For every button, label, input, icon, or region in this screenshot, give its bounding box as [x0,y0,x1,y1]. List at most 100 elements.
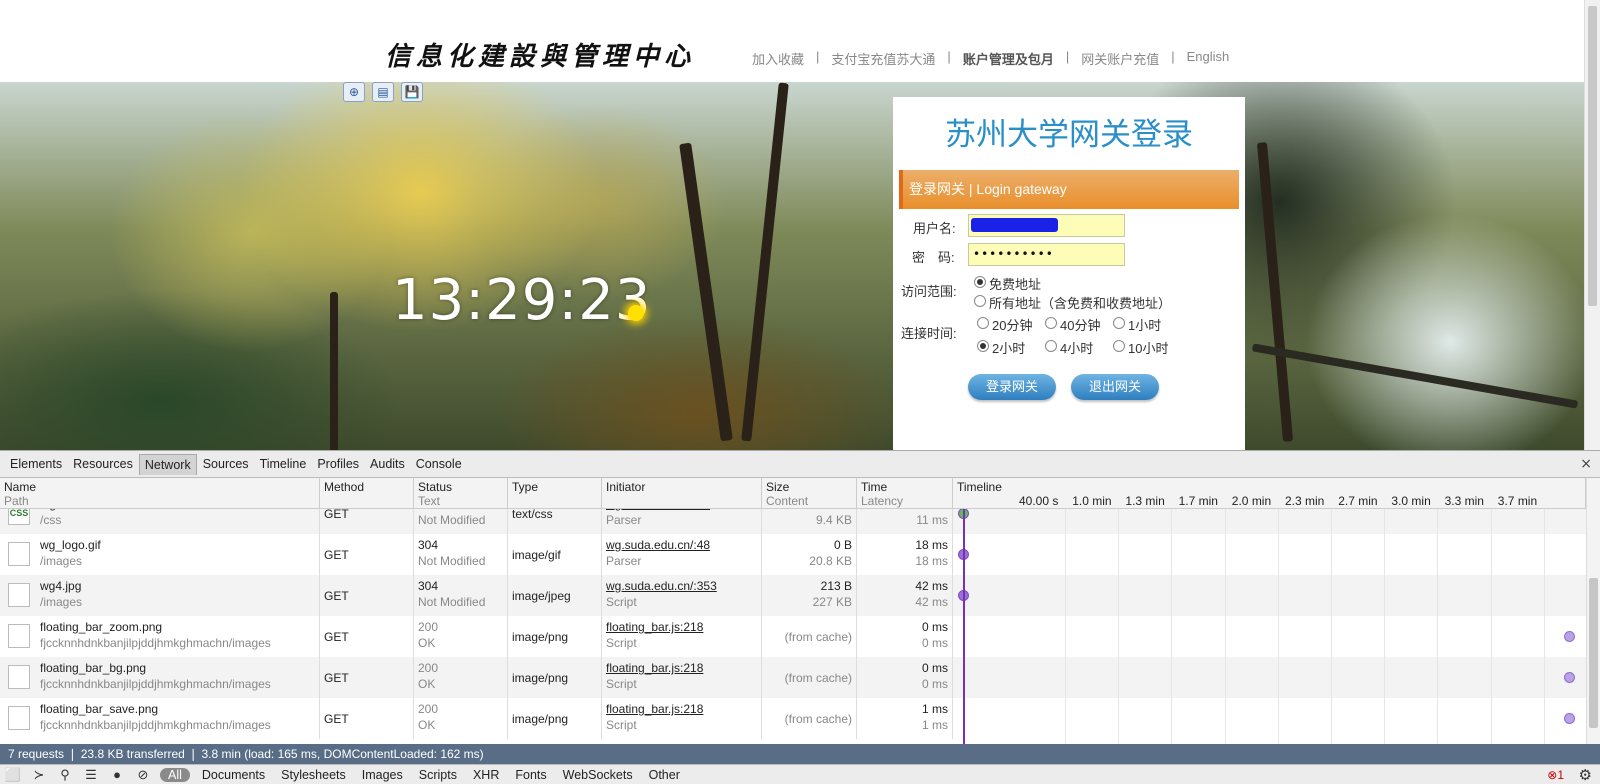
mime-type: image/png [512,629,569,644]
clear-icon[interactable]: ⊘ [130,767,156,783]
tab-timeline[interactable]: Timeline [255,454,312,474]
initiator-link[interactable]: wg.suda.edu.cn/:48 [606,537,757,553]
file-path: /css [40,513,62,527]
save-icon[interactable]: 💾 [401,82,423,102]
record-icon[interactable]: ● [104,767,130,783]
timeline-gridline [1384,509,1386,744]
list-view-icon[interactable]: ☰ [78,767,104,783]
table-row[interactable]: floating_bar_bg.png fjccknnhdnkbanjilpjdd… [0,657,1586,698]
initiator-link[interactable]: floating_bar.js:218 [606,619,757,635]
initiator-cell: wg.suda.edu.cn/:353 Script [602,575,762,616]
column-header-status[interactable]: Status Text [414,478,508,509]
nav-link-2[interactable]: 账户管理及包月 [963,49,1054,68]
duration-radio-40m[interactable] [1045,317,1057,329]
password-field[interactable]: •••••••••• [968,243,1125,266]
error-icon: ⊗ [1547,768,1558,782]
filter-other[interactable]: Other [641,768,688,782]
table-row[interactable]: wg_logo.gif/images GET 304 Not Modified imag… [0,534,1586,575]
console-drawer-icon[interactable]: ≻ [26,767,52,783]
tab-elements[interactable]: Elements [5,454,67,474]
tab-sources[interactable]: Sources [198,454,254,474]
zoom-icon[interactable]: ⊕ [343,82,365,102]
content-size: 227 KB [812,595,852,609]
close-icon[interactable]: × [1580,456,1592,472]
filter-all[interactable]: All [160,767,190,782]
network-grid: Name Path Method Status Text Type Initiator Siz… [0,478,1586,744]
method: GET [324,629,349,644]
table-row[interactable]: wg4.jpg/images GET 304 Not Modified image/jp… [0,575,1586,616]
filter-stylesheets[interactable]: Stylesheets [273,768,354,782]
timeline-tick: 1.3 min [1125,494,1165,508]
time-cell: 11 ms11 ms [857,509,953,534]
error-count[interactable]: ⊗1 [1547,768,1564,782]
file-path: fjccknnhdnkbanjilpjddjhmkghmachn/images [40,677,271,691]
duration-radio-20m[interactable] [977,317,989,329]
duration-radio-4h[interactable] [1045,340,1057,352]
column-header-time[interactable]: Time Latency [857,478,953,509]
page-scrollbar[interactable] [1584,0,1600,450]
timeline-gridline [1331,509,1332,744]
duration-radio-10h[interactable] [1113,340,1125,352]
column-header-initiator[interactable]: Initiator [602,478,762,509]
filter-images[interactable]: Images [354,768,411,782]
network-scrollbar-thumb[interactable] [1589,578,1598,728]
search-icon[interactable]: ⚲ [52,767,78,783]
initiator-link[interactable]: floating_bar.js:218 [606,660,757,676]
column-header-method[interactable]: Method [320,478,414,509]
logout-button[interactable]: 退出网关 [1071,374,1159,400]
initiator-type: Script [606,718,637,732]
status-code: 304 [418,538,439,552]
dock-icon[interactable]: ⬜ [0,767,26,783]
tree-trunk [330,292,338,450]
tab-audits[interactable]: Audits [365,454,410,474]
filter-documents[interactable]: Documents [194,768,273,782]
column-header-size[interactable]: Size Content [762,478,857,509]
scope-option-free: 免费地址 [989,277,1042,292]
column-header-name[interactable]: Name Path [0,478,320,509]
filter-xhr[interactable]: XHR [465,768,507,782]
nav-link-0[interactable]: 加入收藏 [752,49,804,68]
filter-fonts[interactable]: Fonts [507,768,554,782]
network-scrollbar[interactable] [1586,478,1600,744]
method-cell: GET [320,534,414,575]
initiator-cell: floating_bar.js:218 Script [602,698,762,739]
nav-link-1[interactable]: 支付宝充值苏大通 [831,49,935,68]
mime-type: image/png [512,711,569,726]
duration-radio-1h[interactable] [1113,317,1125,329]
login-button[interactable]: 登录网关 [968,374,1056,400]
background-icon[interactable]: ▤ [372,82,394,102]
nav-link-3[interactable]: 网关账户充值 [1081,49,1159,68]
status-code: 200 [418,661,439,675]
size-cell: 213 B 227 KB [762,575,857,616]
timeline-gridline [1171,509,1173,744]
scope-radio-all[interactable] [974,295,986,307]
file-name: wg_logo.gif [40,538,101,552]
gear-icon[interactable]: ⚙ [1579,766,1592,784]
time-cell: 0 ms 0 ms [857,616,953,657]
page-scrollbar-thumb[interactable] [1588,6,1597,306]
scope-radio-free[interactable] [974,276,986,288]
initiator-link[interactable]: wg.suda.edu.cn/:353 [606,578,757,594]
status-cell: 304 Not Modified [414,575,508,616]
tab-console[interactable]: Console [411,454,467,474]
method-cell: GET [320,657,414,698]
duration-option-4h: 4小时 [1060,341,1094,356]
nav-link-4[interactable]: English [1187,49,1230,68]
filter-scripts[interactable]: Scripts [411,768,465,782]
table-row[interactable]: floating_bar_save.png fjccknnhdnkbanjilpj… [0,698,1586,739]
login-panel: 苏州大学网关登录 登录网关 | Login gateway 用户名: 密 码: … [893,97,1245,450]
table-row[interactable]: CSSlogin.css/css GET 304Not Modified text/c… [0,509,1586,534]
column-header-type[interactable]: Type [508,478,602,509]
timeline-marker [963,509,965,744]
username-field[interactable] [968,214,1125,237]
timeline-tick: 3.7 min [1497,494,1538,508]
tab-network[interactable]: Network [138,453,197,475]
nav-separator: | [947,49,951,64]
table-row[interactable]: floating_bar_zoom.png fjccknnhdnkbanjilpj… [0,616,1586,657]
duration-radio-2h[interactable] [977,340,989,352]
tab-resources[interactable]: Resources [68,454,138,474]
name-cell: CSSlogin.css/css [0,509,320,534]
filter-websockets[interactable]: WebSockets [555,768,641,782]
initiator-link[interactable]: floating_bar.js:218 [606,701,757,717]
tab-profiles[interactable]: Profiles [312,454,364,474]
